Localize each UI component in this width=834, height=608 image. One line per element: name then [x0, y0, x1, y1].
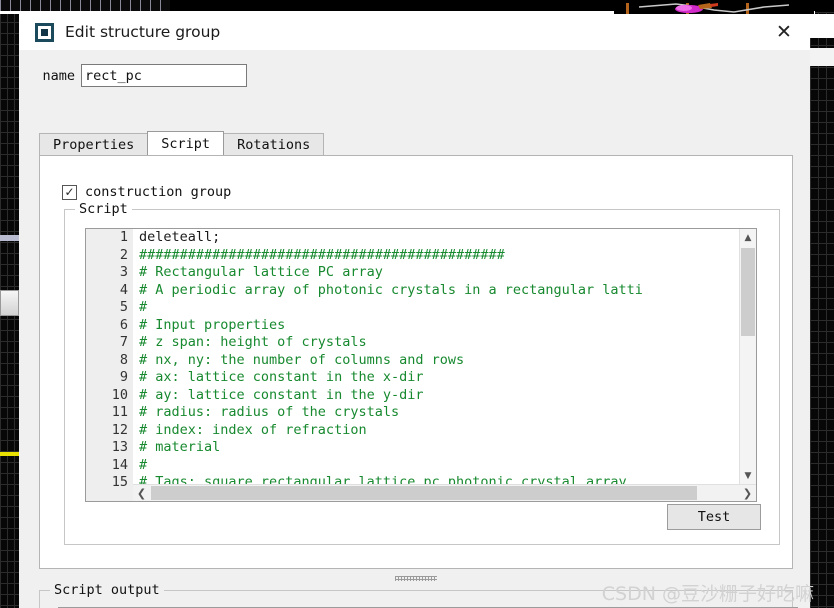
chevron-down-icon[interactable]: ▼	[740, 467, 756, 484]
line-number: 2	[119, 246, 128, 263]
script-output-groupbox: Script output	[39, 582, 798, 608]
line-number-gutter: 1 2 3 4 5 6 7 8 9 10 11 12 13 14 15	[86, 229, 133, 501]
background-scroll-thumb-left	[0, 290, 19, 316]
line-number: 4	[119, 281, 128, 298]
code-line: # ay: lattice constant in the y-dir	[139, 386, 424, 403]
line-number: 5	[119, 299, 128, 315]
background-grid-right	[810, 12, 834, 608]
code-line: #	[139, 456, 148, 473]
line-number: 14	[111, 456, 128, 473]
construction-group-checkbox[interactable]: ✓	[62, 184, 77, 200]
script-editor[interactable]: 1 2 3 4 5 6 7 8 9 10 11 12 13 14 15 deleteall; ########…	[85, 228, 757, 502]
editor-vertical-scrollbar[interactable]: ▲ ▼	[739, 229, 756, 484]
tabstrip: Properties Script Rotations	[39, 131, 793, 155]
line-number: 12	[111, 421, 128, 438]
line-number: 9	[119, 369, 128, 385]
chevron-up-icon[interactable]: ▲	[740, 229, 756, 246]
background-marker-left-yellow	[0, 452, 19, 456]
chevron-right-icon[interactable]: ❯	[739, 485, 756, 501]
code-line: # material	[139, 439, 221, 455]
background-ruler	[0, 0, 170, 11]
background-marker-left-blue	[0, 235, 19, 241]
code-line: # Tags: square rectangular lattice pc ph…	[139, 474, 627, 484]
edit-structure-group-dialog: Edit structure group ✕ name Properties S…	[19, 14, 810, 608]
horizontal-scroll-thumb[interactable]	[151, 486, 697, 500]
line-number: 6	[119, 316, 128, 333]
line-number: 15	[111, 474, 128, 490]
dialog-titlebar: Edit structure group ✕	[19, 14, 810, 50]
script-groupbox-legend: Script	[75, 201, 132, 217]
script-output-legend: Script output	[50, 582, 164, 598]
structure-group-icon	[35, 22, 54, 42]
code-line: deleteall;	[139, 229, 221, 245]
name-row: name	[19, 64, 247, 87]
code-line: # ax: lattice constant in the x-dir	[139, 369, 424, 385]
code-line: # index: index of refraction	[139, 421, 367, 438]
test-button[interactable]: Test	[667, 504, 761, 530]
line-number: 7	[119, 334, 128, 350]
background-panel-right-top	[810, 14, 834, 38]
tab-script[interactable]: Script	[147, 131, 225, 155]
code-line: ########################################…	[139, 246, 505, 263]
splitter-grip-icon[interactable]	[395, 576, 437, 581]
tab-properties[interactable]: Properties	[39, 133, 149, 155]
line-number: 11	[111, 404, 128, 420]
code-text-area[interactable]: deleteall; ##############################…	[133, 229, 739, 484]
construction-group-row: ✓ construction group	[62, 184, 231, 200]
background-sketch-thumbnail	[614, 0, 814, 15]
code-line: # nx, ny: the number of columns and rows	[139, 351, 465, 368]
code-line: # radius: radius of the crystals	[139, 404, 400, 420]
line-number: 3	[119, 264, 128, 280]
vertical-scroll-thumb[interactable]	[741, 248, 755, 336]
dialog-body: name Properties Script Rotations ✓ const…	[19, 50, 810, 608]
code-line: # Rectangular lattice PC array	[139, 264, 383, 280]
code-line: #	[139, 299, 148, 315]
line-number: 13	[111, 439, 128, 455]
script-tab-panel: ✓ construction group Script 1 2 3 4 5 6 7 8 9 10 1…	[39, 155, 793, 569]
name-input[interactable]	[81, 64, 247, 87]
editor-horizontal-scrollbar[interactable]: ❮ ❯	[133, 484, 756, 501]
name-label: name	[42, 67, 75, 84]
script-groupbox: Script 1 2 3 4 5 6 7 8 9 10 11 12 13 14 15 deleteall; #…	[64, 201, 780, 545]
dialog-title: Edit structure group	[65, 23, 221, 41]
background-panel-right-second	[810, 48, 834, 66]
construction-group-label: construction group	[85, 184, 232, 200]
close-icon[interactable]: ✕	[766, 18, 802, 46]
code-line: # z span: height of crystals	[139, 334, 367, 350]
line-number: 8	[119, 351, 128, 368]
line-number: 1	[119, 229, 128, 245]
code-line: # A periodic array of photonic crystals …	[139, 281, 643, 298]
line-number: 10	[111, 386, 128, 403]
code-line: # Input properties	[139, 316, 286, 333]
screen: Edit structure group ✕ name Properties S…	[0, 0, 834, 608]
chevron-left-icon[interactable]: ❮	[133, 485, 150, 501]
tab-rotations[interactable]: Rotations	[223, 133, 325, 155]
